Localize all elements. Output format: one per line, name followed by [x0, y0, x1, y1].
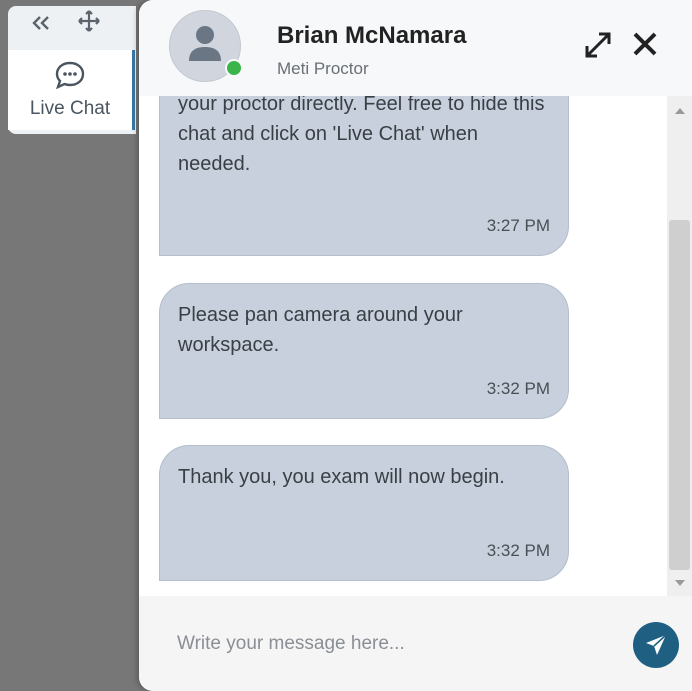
message-text: proctor. Here you can communicate with y…: [178, 96, 545, 175]
live-chat-button[interactable]: Live Chat: [8, 50, 135, 130]
side-panel: Live Chat: [8, 6, 136, 134]
composer: [139, 596, 692, 691]
message-bubble: proctor. Here you can communicate with y…: [159, 96, 569, 256]
chat-window: Brian McNamara Meti Proctor proctor. Her…: [139, 0, 692, 691]
proctor-name: Brian McNamara: [277, 22, 467, 49]
collapse-double-chevron-icon[interactable]: [32, 13, 50, 36]
message-time: 3:32 PM: [486, 379, 550, 398]
message-time: 3:32 PM: [486, 541, 550, 560]
message-bubble: Please pan camera around your workspace.…: [159, 283, 569, 419]
chat-bubble-icon: [55, 61, 85, 94]
message-scrollbar[interactable]: [667, 96, 692, 596]
send-icon: [646, 634, 667, 655]
message-time: 3:27 PM: [486, 216, 550, 235]
scroll-down-arrow-icon[interactable]: [675, 580, 685, 586]
message-input[interactable]: [175, 626, 619, 662]
move-arrows-icon[interactable]: [78, 10, 100, 38]
live-chat-label: Live Chat: [29, 97, 111, 119]
message-text: Thank you, you exam will now begin.: [178, 466, 505, 488]
user-icon: [189, 26, 221, 61]
proctor-role: Meti Proctor: [277, 59, 369, 78]
side-panel-toolbar: [8, 6, 136, 42]
close-icon[interactable]: [631, 30, 659, 63]
message-bubble: Thank you, you exam will now begin. 3:32…: [159, 445, 569, 581]
chat-header: Brian McNamara Meti Proctor: [139, 0, 692, 96]
send-button[interactable]: [633, 622, 679, 668]
online-status-dot: [225, 59, 243, 77]
scroll-up-arrow-icon[interactable]: [675, 108, 685, 114]
message-text: Please pan camera around your workspace.: [178, 304, 463, 356]
message-list[interactable]: proctor. Here you can communicate with y…: [139, 96, 667, 596]
expand-icon[interactable]: [583, 30, 613, 65]
scroll-thumb[interactable]: [669, 220, 690, 570]
